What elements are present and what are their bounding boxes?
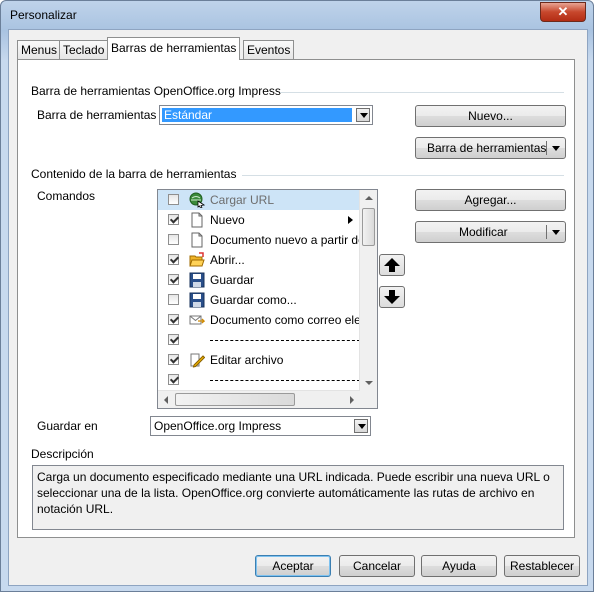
list-item[interactable]: Guardar como... xyxy=(158,290,360,310)
move-up-button[interactable] xyxy=(379,254,405,276)
tab-toolbars[interactable]: Barras de herramientas xyxy=(107,37,241,60)
checkbox[interactable] xyxy=(168,354,179,365)
save-icon xyxy=(189,272,205,288)
list-item[interactable] xyxy=(158,330,360,350)
list-item-label: Guardar como... xyxy=(210,293,297,307)
horizontal-scrollbar[interactable] xyxy=(158,390,360,408)
document-template-icon xyxy=(191,232,203,248)
accept-label: Aceptar xyxy=(272,559,314,573)
split-divider xyxy=(546,225,547,239)
chevron-down-icon xyxy=(552,146,560,151)
list-item-label: Abrir... xyxy=(210,253,245,267)
chevron-down-icon[interactable] xyxy=(354,419,368,433)
scroll-down-icon[interactable] xyxy=(360,374,377,391)
save-in-label: Guardar en xyxy=(37,419,98,433)
vertical-scrollbar[interactable] xyxy=(359,190,377,391)
dialog-body: Menus Teclado Barras de herramientas Eve… xyxy=(8,29,588,586)
group-divider xyxy=(280,92,564,93)
scroll-up-icon[interactable] xyxy=(360,190,377,207)
email-document-icon xyxy=(189,315,205,325)
toolbars-tab-panel: Barra de herramientas OpenOffice.org Imp… xyxy=(17,59,575,538)
tab-menus[interactable]: Menus xyxy=(17,40,62,59)
add-command-label: Agregar... xyxy=(464,193,517,207)
list-item-label: Guardar xyxy=(210,273,255,287)
close-icon: ✕ xyxy=(557,4,569,19)
scrollbar-thumb[interactable] xyxy=(175,393,295,406)
title-bar: Personalizar ✕ xyxy=(1,1,593,29)
list-item[interactable]: Nuevo xyxy=(158,210,360,230)
scroll-right-icon[interactable] xyxy=(343,391,360,408)
checkbox[interactable] xyxy=(168,294,179,305)
checkbox[interactable] xyxy=(168,234,179,245)
chevron-down-icon[interactable] xyxy=(356,108,370,122)
scrollbar-thumb[interactable] xyxy=(362,208,375,246)
description-label: Descripción xyxy=(31,447,94,461)
list-item-label: Cargar URL xyxy=(210,193,275,207)
checkbox[interactable] xyxy=(168,214,179,225)
scroll-left-icon[interactable] xyxy=(158,391,175,408)
list-item[interactable]: Cargar URL xyxy=(158,190,360,210)
cancel-button[interactable]: Cancelar xyxy=(339,555,415,577)
checkbox[interactable] xyxy=(168,194,179,205)
commands-label: Comandos xyxy=(37,189,96,203)
help-button[interactable]: Ayuda xyxy=(421,555,497,577)
list-item[interactable]: Documento nuevo a partir de plantilla xyxy=(158,230,377,250)
checkbox[interactable] xyxy=(168,314,179,325)
help-label: Ayuda xyxy=(442,559,476,573)
accept-button[interactable]: Aceptar xyxy=(255,555,331,577)
list-item-label: Documento nuevo a partir de plantilla xyxy=(210,233,377,247)
toolbars-group-title: Barra de herramientas OpenOffice.org Imp… xyxy=(31,84,281,98)
contents-group-title: Contenido de la barra de herramientas xyxy=(31,167,237,181)
separator-line xyxy=(210,380,360,381)
checkbox[interactable] xyxy=(168,374,179,385)
move-down-button[interactable] xyxy=(379,286,405,308)
new-toolbar-button[interactable]: Nuevo... xyxy=(415,105,566,127)
window-title: Personalizar xyxy=(10,8,77,22)
checkbox[interactable] xyxy=(168,274,179,285)
scroll-corner xyxy=(360,391,377,408)
description-text: Carga un documento especificado mediante… xyxy=(32,465,564,530)
list-item[interactable]: Guardar xyxy=(158,270,360,290)
separator-line xyxy=(210,340,360,341)
checkbox[interactable] xyxy=(168,254,179,265)
tab-events[interactable]: Eventos xyxy=(243,40,295,59)
toolbar-menu-button[interactable]: Barra de herramientas xyxy=(415,137,566,159)
arrow-up-icon xyxy=(384,258,400,272)
edit-file-icon xyxy=(190,353,205,368)
new-toolbar-label: Nuevo... xyxy=(468,109,513,123)
list-item-label: Editar archivo xyxy=(210,353,284,367)
checkbox[interactable] xyxy=(168,334,179,345)
list-item[interactable] xyxy=(158,370,360,390)
cancel-label: Cancelar xyxy=(352,559,402,573)
toolbar-label: Barra de herramientas xyxy=(37,108,157,122)
list-item[interactable]: Editar archivo xyxy=(158,350,360,370)
list-item-label: Nuevo xyxy=(210,213,245,227)
toolbar-select[interactable]: Estándar xyxy=(159,105,373,125)
list-item-label: Documento como correo electrónico xyxy=(210,313,377,327)
save-as-icon xyxy=(189,292,205,308)
open-folder-icon xyxy=(189,252,205,267)
reset-label: Restablecer xyxy=(509,559,575,573)
group-divider xyxy=(242,175,564,176)
new-document-icon xyxy=(191,212,203,228)
toolbar-select-value: Estándar xyxy=(162,108,352,122)
save-in-value: OpenOffice.org Impress xyxy=(154,419,282,433)
list-item[interactable]: Documento como correo electrónico xyxy=(158,310,377,330)
commands-list[interactable]: Cargar URL Nuevo Documento nuevo a parti… xyxy=(157,189,378,409)
load-url-icon xyxy=(189,192,205,208)
save-in-select[interactable]: OpenOffice.org Impress xyxy=(150,416,371,436)
tab-keyboard[interactable]: Teclado xyxy=(59,40,109,59)
customize-dialog: Personalizar ✕ Menus Teclado Barras de h… xyxy=(0,0,594,592)
arrow-down-icon xyxy=(384,290,400,304)
modify-label: Modificar xyxy=(459,225,508,239)
chevron-down-icon xyxy=(552,230,560,235)
list-item[interactable]: Abrir... xyxy=(158,250,360,270)
chevron-right-icon xyxy=(348,216,353,224)
split-divider xyxy=(546,141,547,155)
add-command-button[interactable]: Agregar... xyxy=(415,189,566,211)
modify-button[interactable]: Modificar xyxy=(415,221,566,243)
reset-button[interactable]: Restablecer xyxy=(504,555,580,577)
close-button[interactable]: ✕ xyxy=(540,2,586,22)
toolbar-menu-label: Barra de herramientas xyxy=(427,141,547,155)
